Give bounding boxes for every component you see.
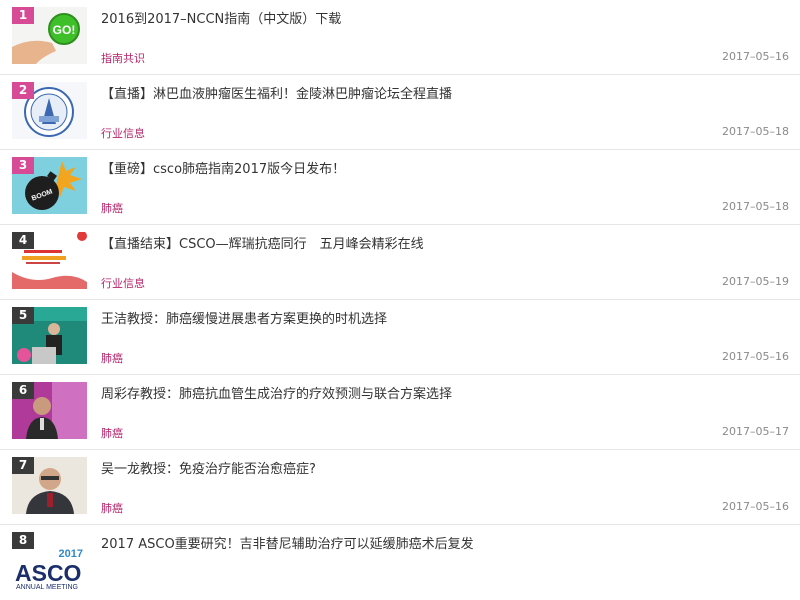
article-thumbnail[interactable]: 7 — [12, 457, 87, 514]
rank-badge: 4 — [12, 232, 34, 249]
article-item[interactable]: 1 GO! 2016到2017–NCCN指南（中文版）下载 指南共识 2017–… — [0, 0, 800, 75]
category-tag[interactable]: 肺癌 — [101, 500, 123, 516]
thumb-year: 2017 — [59, 548, 83, 560]
article-thumbnail[interactable]: 2 — [12, 82, 87, 139]
article-title[interactable]: 【直播】淋巴血液肿瘤医生福利！金陵淋巴肿瘤论坛全程直播 — [101, 83, 790, 102]
publish-date: 2017–05–16 — [722, 50, 789, 63]
rank-badge: 2 — [12, 82, 34, 99]
rank-badge: 7 — [12, 457, 34, 474]
category-tag[interactable]: 肺癌 — [101, 425, 123, 441]
article-item[interactable]: 8 2017 ASCO ANNUAL MEETING 2017 ASCO重要研究… — [0, 525, 800, 600]
rank-badge: 1 — [12, 7, 34, 24]
publish-date: 2017–05–16 — [722, 350, 789, 363]
article-thumbnail[interactable]: 4 — [12, 232, 87, 289]
rank-badge: 3 — [12, 157, 34, 174]
article-item[interactable]: 3 BOOM 【重磅】csco肺癌指南2017版今日发布！ 肺癌 2017–05… — [0, 150, 800, 225]
publish-date: 2017–05–19 — [722, 275, 789, 288]
publish-date: 2017–05–16 — [722, 500, 789, 513]
thumb-sub: ANNUAL MEETING — [16, 584, 78, 589]
rank-badge: 5 — [12, 307, 34, 324]
article-title[interactable]: 王洁教授：肺癌缓慢进展患者方案更换的时机选择 — [101, 308, 790, 327]
publish-date: 2017–05–18 — [722, 200, 789, 213]
category-tag[interactable]: 肺癌 — [101, 350, 123, 366]
article-thumbnail[interactable]: 3 BOOM — [12, 157, 87, 214]
rank-badge: 6 — [12, 382, 34, 399]
thumb-label: ASCO — [15, 560, 81, 586]
article-item[interactable]: 5 王洁教授：肺癌缓慢进展患者方案更换的时机选择 肺癌 2017–05–16 — [0, 300, 800, 375]
category-tag[interactable]: 指南共识 — [101, 50, 145, 66]
article-title[interactable]: 【重磅】csco肺癌指南2017版今日发布！ — [101, 158, 790, 177]
publish-date: 2017–05–17 — [722, 425, 789, 438]
article-item[interactable]: 7 吴一龙教授：免疫治疗能否治愈癌症? 肺癌 2017–05–16 — [0, 450, 800, 525]
category-tag[interactable]: 肺癌 — [101, 200, 123, 216]
rank-badge: 8 — [12, 532, 34, 549]
article-item[interactable]: 4 【直播结束】CSCO—辉瑞抗癌同行 五月峰会精彩在线 行业信息 2017–0… — [0, 225, 800, 300]
article-title[interactable]: 吴一龙教授：免疫治疗能否治愈癌症? — [101, 458, 790, 477]
article-thumbnail[interactable]: 1 GO! — [12, 7, 87, 64]
article-title[interactable]: 【直播结束】CSCO—辉瑞抗癌同行 五月峰会精彩在线 — [101, 233, 790, 252]
article-thumbnail[interactable]: 6 — [12, 382, 87, 439]
article-title[interactable]: 周彩存教授：肺癌抗血管生成治疗的疗效预测与联合方案选择 — [101, 383, 790, 402]
article-item[interactable]: 6 周彩存教授：肺癌抗血管生成治疗的疗效预测与联合方案选择 肺癌 2017–05… — [0, 375, 800, 450]
category-tag[interactable]: 行业信息 — [101, 125, 145, 141]
publish-date: 2017–05–18 — [722, 125, 789, 138]
article-title[interactable]: 2017 ASCO重要研究！吉非替尼辅助治疗可以延缓肺癌术后复发 — [101, 533, 790, 552]
thumb-label: GO! — [53, 23, 76, 37]
article-item[interactable]: 2 【直播】淋巴血液肿瘤医生福利！金陵淋巴肿瘤论坛全程直播 行业信息 2017–… — [0, 75, 800, 150]
article-title[interactable]: 2016到2017–NCCN指南（中文版）下载 — [101, 8, 790, 27]
article-list: 1 GO! 2016到2017–NCCN指南（中文版）下载 指南共识 2017–… — [0, 0, 800, 600]
article-thumbnail[interactable]: 8 2017 ASCO ANNUAL MEETING — [12, 532, 87, 589]
category-tag[interactable]: 行业信息 — [101, 275, 145, 291]
article-thumbnail[interactable]: 5 — [12, 307, 87, 364]
